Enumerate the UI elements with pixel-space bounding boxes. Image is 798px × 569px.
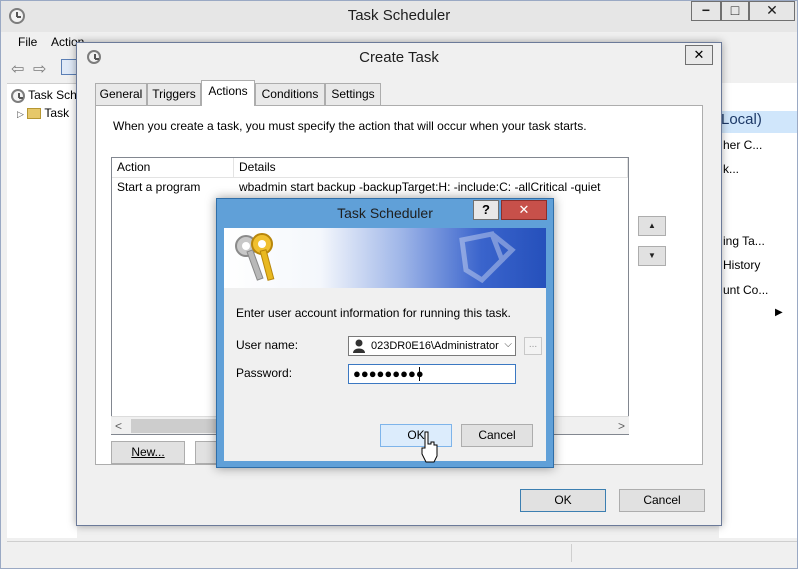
maximize-button[interactable]: □: [721, 1, 749, 21]
scroll-right-icon[interactable]: >: [618, 419, 625, 433]
browse-button[interactable]: ...: [524, 337, 542, 355]
main-titlebar: Task Scheduler − □ ✕: [1, 1, 797, 32]
actions-pane-header: Local): [719, 111, 797, 133]
minimize-button[interactable]: −: [691, 1, 721, 21]
credentials-dialog: Task Scheduler ? ✕ Enter user account in…: [216, 198, 554, 468]
tab-actions[interactable]: Actions: [201, 80, 255, 106]
decoration-icon: [459, 231, 516, 284]
cancel-button[interactable]: Cancel: [461, 424, 533, 447]
new-action-button[interactable]: New...: [111, 441, 185, 464]
banner: [224, 228, 546, 288]
submenu-arrow-icon[interactable]: ▶: [775, 307, 783, 318]
prompt-text: Enter user account information for runni…: [236, 306, 511, 320]
tree-item-label: Task: [44, 106, 70, 120]
hand-cursor-icon: [421, 431, 438, 463]
status-bar: [7, 541, 797, 563]
move-down-button[interactable]: ▼: [638, 246, 666, 266]
close-button[interactable]: ✕: [501, 200, 547, 220]
keys-icon: [235, 233, 275, 281]
close-button[interactable]: ✕: [749, 1, 795, 21]
toolbar: ⇦ ⇨: [7, 55, 77, 81]
tree-item-library[interactable]: ▷ Task: [17, 106, 69, 120]
clock-icon: [11, 88, 25, 103]
text-caret: [419, 367, 420, 381]
user-name-value: 023DR0E16\Administrator: [371, 340, 499, 352]
tab-general[interactable]: General: [95, 83, 147, 105]
navigation-tree: Task Sch ▷ Task: [7, 83, 77, 538]
expand-arrow-icon[interactable]: ▷: [17, 109, 24, 119]
intro-text: When you create a task, you must specify…: [113, 119, 587, 133]
menu-file[interactable]: File: [18, 35, 37, 49]
scroll-left-icon[interactable]: <: [115, 419, 122, 433]
help-button[interactable]: ?: [473, 200, 499, 220]
tree-item-label: Task Sch: [28, 88, 77, 102]
user-name-combo[interactable]: 023DR0E16\Administrator ⌵: [348, 336, 516, 356]
actions-item[interactable]: k...: [723, 162, 739, 176]
password-label: Password:: [236, 366, 293, 380]
chevron-down-icon[interactable]: ⌵: [504, 339, 512, 350]
tab-settings[interactable]: Settings: [325, 83, 381, 105]
actions-item[interactable]: unt Co...: [723, 283, 768, 297]
user-icon: [353, 339, 365, 353]
dialog-title: Create Task: [359, 49, 439, 66]
status-divider: [571, 544, 572, 562]
actions-item[interactable]: ing Ta...: [723, 234, 765, 248]
actions-item[interactable]: History: [723, 258, 760, 272]
main-window-title: Task Scheduler: [347, 7, 451, 24]
actions-item[interactable]: her C...: [723, 138, 762, 152]
back-arrow-icon[interactable]: ⇦: [11, 59, 24, 79]
close-button[interactable]: ✕: [685, 45, 713, 65]
user-name-label: User name:: [236, 338, 299, 352]
credentials-body: Enter user account information for runni…: [224, 228, 546, 461]
column-header-details[interactable]: Details: [234, 158, 628, 178]
row-action-cell[interactable]: Start a program: [117, 180, 200, 194]
tab-conditions[interactable]: Conditions: [255, 83, 325, 105]
ok-button[interactable]: OK: [380, 424, 452, 447]
edit-action-button[interactable]: [195, 441, 217, 464]
password-value: ●●●●●●●●●: [353, 366, 424, 381]
password-field[interactable]: ●●●●●●●●●: [348, 364, 516, 384]
column-header-action[interactable]: Action: [112, 158, 234, 178]
folder-icon: [27, 108, 42, 120]
pane-icon[interactable]: [61, 59, 77, 75]
cancel-button[interactable]: Cancel: [619, 489, 705, 512]
row-details-cell[interactable]: wbadmin start backup -backupTarget:H: -i…: [239, 180, 600, 194]
move-up-button[interactable]: ▲: [638, 216, 666, 236]
forward-arrow-icon[interactable]: ⇨: [33, 59, 46, 79]
tab-triggers[interactable]: Triggers: [147, 83, 201, 105]
ok-button[interactable]: OK: [520, 489, 606, 512]
tree-item-root[interactable]: Task Sch: [11, 88, 77, 103]
